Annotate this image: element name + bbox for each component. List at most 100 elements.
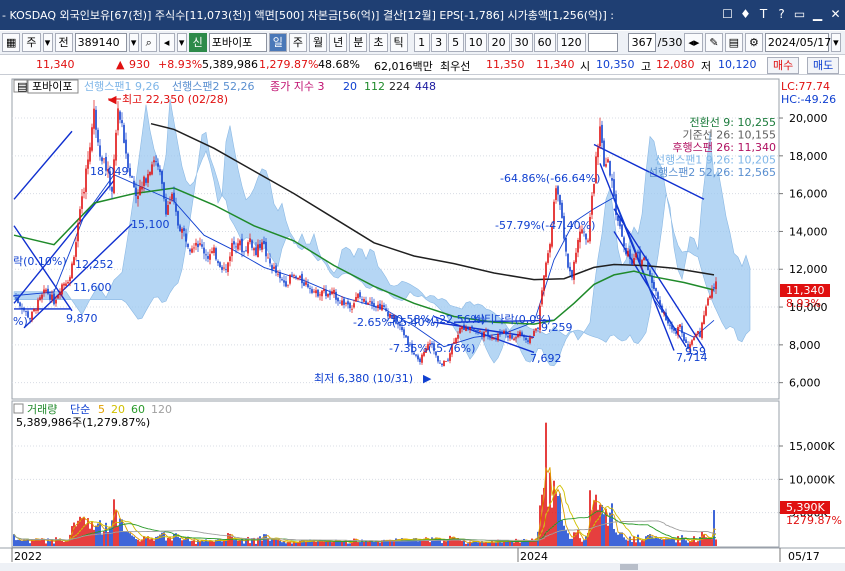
period-month-button[interactable]: 월 — [309, 33, 328, 52]
interval-button-30[interactable]: 30 — [510, 33, 533, 52]
horizontal-scrollbar[interactable] — [0, 563, 845, 571]
calendar-icon[interactable]: ▾ — [830, 33, 841, 52]
candle-body — [631, 259, 633, 265]
buy-button[interactable]: 매수 — [767, 57, 800, 74]
candle-body — [557, 186, 559, 195]
type-select[interactable]: 주 — [22, 33, 41, 52]
interval-button-20[interactable]: 20 — [487, 33, 510, 52]
speaker-icon[interactable]: ◂ — [158, 33, 175, 52]
candle-body — [547, 253, 549, 263]
candle-body — [543, 275, 545, 291]
scrollbar-thumb[interactable] — [620, 564, 638, 570]
candle-body — [493, 338, 495, 340]
candle-body — [251, 240, 253, 248]
page-counter-input[interactable]: 367 — [627, 33, 656, 52]
current-volume-tag-text: 5,390K — [786, 501, 825, 514]
help-icon[interactable]: ? — [774, 7, 789, 22]
annotation-pct4: -2.65%(-5.40%) — [353, 316, 439, 329]
candle-body — [239, 240, 241, 246]
search-icon[interactable]: ⌕ — [140, 33, 157, 52]
close-icon[interactable]: ✕ — [828, 7, 843, 22]
candle-body — [377, 304, 379, 309]
volume-bar — [653, 538, 655, 546]
candle-body — [293, 275, 295, 276]
candle-body — [559, 194, 561, 205]
volume-bar — [125, 531, 127, 546]
interval-button-120[interactable]: 120 — [556, 33, 586, 52]
prev-button[interactable]: 전 — [54, 33, 73, 52]
font-icon[interactable]: T — [756, 7, 771, 22]
ichimoku-legend-entry: 기준선 26: 10,155 — [682, 129, 776, 142]
volume-bar — [109, 528, 111, 546]
candle-body — [599, 126, 601, 147]
candle-body — [65, 283, 67, 286]
volume-bar — [133, 536, 135, 546]
candle-body — [319, 294, 321, 296]
code-dropdown-icon[interactable]: ▾ — [128, 33, 139, 52]
scroll-arrow-icon[interactable]: ◂▸ — [684, 33, 704, 52]
drawing-tools-icon[interactable]: ✎ — [705, 33, 723, 52]
interval-button-60[interactable]: 60 — [533, 33, 556, 52]
period-tick-button[interactable]: 틱 — [389, 33, 408, 52]
candle-body — [103, 158, 105, 160]
volume-bar — [631, 541, 633, 546]
candle-body — [321, 290, 323, 297]
candle-body — [47, 288, 49, 294]
candle-body — [283, 280, 285, 283]
candle-body — [565, 237, 567, 252]
settings-icon[interactable]: ⚙ — [745, 33, 763, 52]
tile-icon[interactable]: ▭ — [792, 7, 807, 22]
volume-bar — [189, 541, 191, 546]
candle-body — [13, 295, 15, 297]
candle-body — [33, 308, 35, 312]
current-price: 11,340 — [36, 58, 75, 71]
candle-body — [101, 157, 103, 162]
type-select-arrow-icon[interactable]: ▾ — [42, 33, 53, 52]
sell-button[interactable]: 매도 — [807, 57, 840, 74]
candle-body — [671, 324, 673, 330]
candle-body — [477, 330, 479, 332]
interval-button-10[interactable]: 10 — [464, 33, 487, 52]
interval-button-5[interactable]: 5 — [447, 33, 464, 52]
arrow-icon[interactable]: ▾ — [176, 33, 187, 52]
candle-body — [375, 306, 377, 308]
grid-icon[interactable]: ▦ — [2, 33, 21, 52]
period-week-button[interactable]: 주 — [288, 33, 308, 52]
candle-body — [499, 333, 501, 334]
period-second-button[interactable]: 초 — [369, 33, 388, 52]
period-year-button[interactable]: 년 — [329, 33, 348, 52]
candle-body — [639, 251, 641, 263]
volume-panel-toggle-icon[interactable] — [13, 403, 24, 414]
page-total: /530 — [657, 36, 683, 49]
interval-custom-input[interactable] — [587, 33, 618, 52]
volume-bar — [487, 542, 489, 546]
minimize-icon[interactable]: ▁ — [810, 7, 825, 22]
candle-body — [29, 318, 31, 320]
ichimoku-legend-entry: 전환선 9: 10,255 — [689, 116, 776, 129]
save-icon[interactable]: ▤ — [724, 33, 744, 52]
interval-button-1[interactable]: 1 — [413, 33, 430, 52]
window-title: - KOSDAQ 외국인보유[67(천)] 주식수[11,073(천)] 액면[… — [2, 9, 614, 22]
volume-bar — [207, 541, 209, 546]
volume-bar — [393, 541, 395, 546]
x-label-end: 05/17 — [788, 550, 820, 563]
candle-body — [137, 195, 139, 200]
title-controls: ☐ ♦ T ? ▭ ▁ ✕ — [720, 7, 843, 22]
volume-bar — [75, 526, 77, 546]
date-input[interactable]: 2024/05/17 — [764, 33, 831, 52]
volume-bar — [663, 539, 665, 546]
volume-bar — [153, 540, 155, 546]
candle-body — [333, 289, 335, 294]
volume-bar — [83, 516, 85, 546]
period-day-button[interactable]: 일 — [268, 33, 287, 52]
interval-button-3[interactable]: 3 — [430, 33, 447, 52]
stock-chart[interactable]: 20,00018,00016,00014,00012,00010,0008,00… — [0, 76, 845, 571]
period-minute-button[interactable]: 분 — [349, 33, 368, 52]
pin-icon[interactable]: ♦ — [738, 7, 753, 22]
annotation-15100: 15,100 — [131, 218, 170, 231]
candle-body — [491, 338, 493, 339]
restore-icon[interactable]: ☐ — [720, 7, 735, 22]
stock-code-input[interactable]: 389140 — [74, 33, 127, 52]
candle-body — [263, 240, 265, 244]
candle-body — [249, 238, 251, 243]
